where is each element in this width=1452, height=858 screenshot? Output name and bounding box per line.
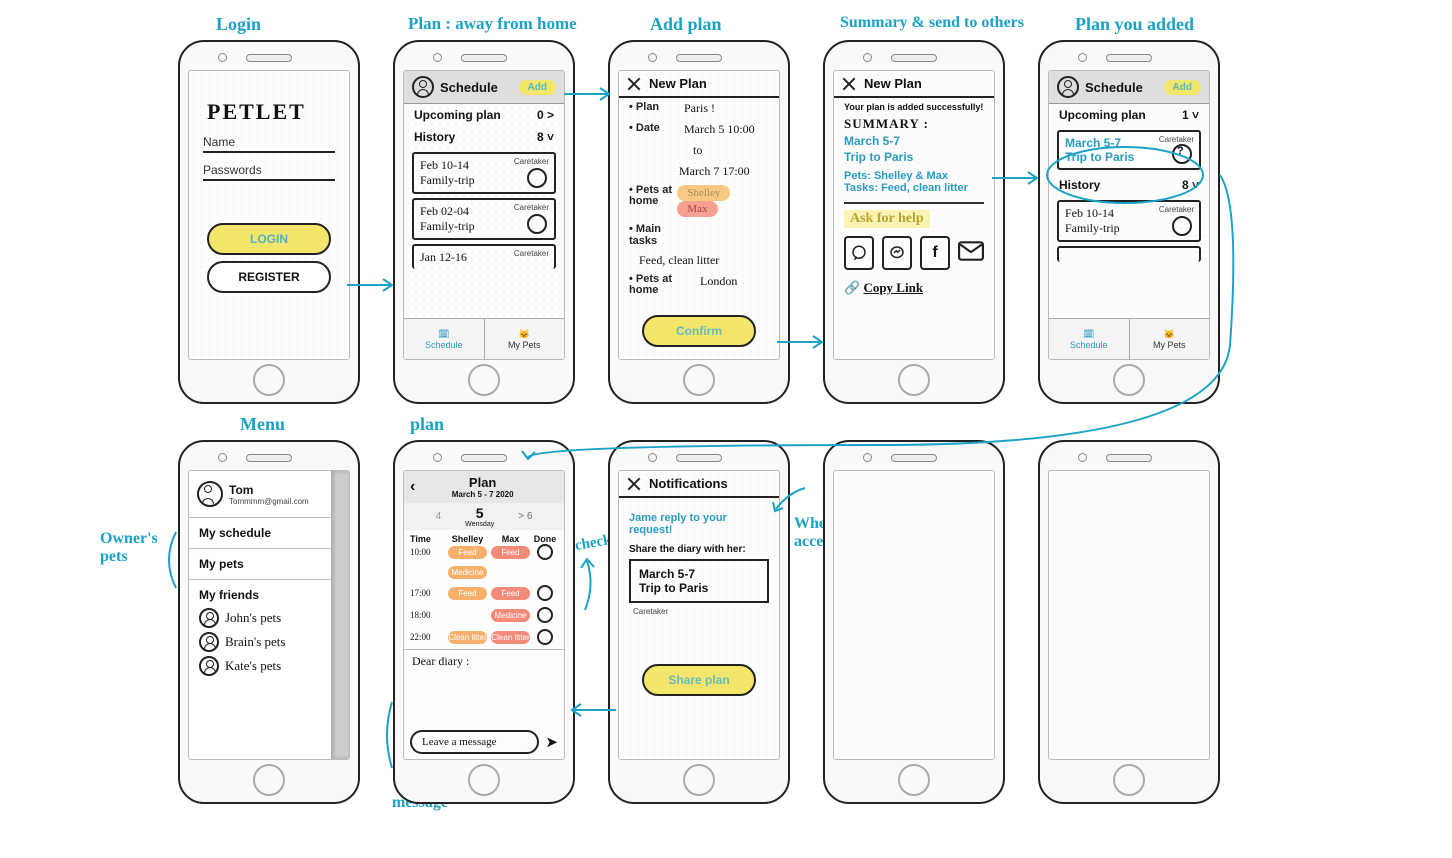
task-chip[interactable]: Medicine	[491, 609, 530, 622]
annotation-login: Login	[216, 14, 261, 35]
phone-empty	[1038, 440, 1220, 804]
brand-logo-text: PETLET	[207, 99, 349, 125]
send-icon[interactable]: ➤	[545, 733, 558, 751]
close-icon[interactable]	[627, 77, 641, 91]
back-icon[interactable]: ‹	[410, 478, 415, 496]
day-picker[interactable]: 4 5 Wensday > 6	[404, 503, 564, 530]
annotation-menu: Menu	[240, 414, 285, 435]
task-chip[interactable]: Feed	[491, 587, 530, 600]
friend-item[interactable]: Brain's pets	[189, 630, 331, 654]
close-icon[interactable]	[627, 477, 641, 491]
done-toggle[interactable]	[537, 544, 553, 560]
profile-icon[interactable]	[412, 76, 434, 98]
close-icon[interactable]	[842, 77, 856, 91]
done-toggle[interactable]	[537, 607, 553, 623]
notifications-header: Notifications	[619, 471, 779, 498]
phone-login: PETLET Name Passwords LOGIN REGISTER	[178, 40, 360, 404]
done-toggle[interactable]	[537, 629, 553, 645]
schedule-header: Schedule Add	[404, 71, 564, 104]
menu-screen: Tom Tommmm@gmail.com My schedule My pets…	[188, 470, 350, 760]
phone-notifications: Notifications Jame reply to your request…	[608, 440, 790, 804]
tab-schedule[interactable]: 🗓Schedule	[404, 319, 485, 359]
password-input[interactable]: Passwords	[203, 163, 335, 181]
task-chip[interactable]: Feed	[448, 546, 487, 559]
task-chip[interactable]: Feed	[491, 546, 530, 559]
menu-scrim[interactable]	[331, 471, 349, 759]
friend-item[interactable]: John's pets	[189, 606, 331, 630]
flow-arrow	[345, 275, 400, 295]
profile-icon[interactable]	[1057, 76, 1079, 98]
summary-heading: SUMMARY :	[834, 116, 994, 132]
summary-header: New Plan	[834, 71, 994, 98]
menu-user-name: Tom	[229, 483, 309, 497]
notifications-screen: Notifications Jame reply to your request…	[618, 470, 780, 760]
task-chip[interactable]: Clean litter	[448, 631, 487, 644]
friend-item[interactable]: Kate's pets	[189, 654, 331, 678]
flow-brace	[380, 700, 400, 770]
menu-my-friends: My friends	[189, 580, 331, 606]
annotation-owners-pets: Owner's pets	[100, 530, 158, 566]
notif-reply: Jame reply to your request!	[619, 498, 779, 544]
message-input[interactable]: Leave a message	[410, 730, 539, 754]
profile-icon[interactable]	[197, 481, 223, 507]
register-button[interactable]: REGISTER	[207, 261, 331, 293]
annotation-add-plan: Add plan	[650, 14, 722, 35]
success-message: Your plan is added successfully!	[834, 98, 994, 116]
plan-detail-title: Plan	[423, 475, 542, 490]
plan-detail-screen: ‹ Plan March 5 - 7 2020 4 5 Wensday > 6 …	[403, 470, 565, 760]
task-chip[interactable]: Feed	[448, 587, 487, 600]
flow-arrow	[575, 555, 605, 615]
annotation-plan-added: Plan you added	[1075, 14, 1194, 35]
schedule-header: Schedule Add	[1049, 71, 1209, 104]
login-screen: PETLET Name Passwords LOGIN REGISTER	[188, 70, 350, 360]
upcoming-row[interactable]: Upcoming plan 1 ˅	[1049, 104, 1209, 126]
menu-my-pets[interactable]: My pets	[189, 549, 331, 580]
task-chip[interactable]: Clean litter	[491, 631, 530, 644]
shared-plan-box: March 5-7 Trip to Paris	[629, 559, 769, 603]
phone-empty	[823, 440, 1005, 804]
annotation-check: check	[574, 532, 613, 555]
login-button[interactable]: LOGIN	[207, 223, 331, 255]
task-chip[interactable]: Medicine	[448, 566, 487, 579]
new-plan-title: New Plan	[649, 76, 707, 91]
flow-arrow	[770, 485, 810, 515]
phone-plan-detail: ‹ Plan March 5 - 7 2020 4 5 Wensday > 6 …	[393, 440, 575, 804]
schedule-title: Schedule	[440, 80, 498, 95]
plan-date-field[interactable]: Date March 5 10:00	[619, 119, 779, 140]
name-input[interactable]: Name	[203, 135, 335, 153]
annotation-plan: plan	[410, 414, 444, 435]
plan-timeline: 10:00FeedFeed Medicine 17:00FeedFeed 18:…	[404, 544, 564, 645]
flow-arrow	[568, 700, 618, 720]
flow-arrow	[562, 84, 617, 104]
wireframe-canvas: Login Plan : away from home Add plan Sum…	[0, 0, 1452, 858]
plan-name-field[interactable]: Plan Paris !	[619, 98, 779, 119]
diary-heading: Dear diary :	[404, 649, 564, 673]
annotation-plan-away: Plan : away from home	[408, 14, 577, 34]
add-plan-button[interactable]: Add	[519, 80, 556, 95]
done-toggle[interactable]	[537, 585, 553, 601]
calendar-icon: 🗓	[438, 329, 449, 340]
flow-arrow-long	[520, 165, 1240, 460]
share-diary-label: Share the diary with her:	[619, 544, 779, 559]
new-plan-header: New Plan	[619, 71, 779, 98]
menu-user-email: Tommmm@gmail.com	[229, 497, 309, 506]
menu-my-schedule[interactable]: My schedule	[189, 517, 331, 549]
phone-menu: Tom Tommmm@gmail.com My schedule My pets…	[178, 440, 360, 804]
flow-brace	[158, 530, 182, 590]
annotation-summary: Summary & send to others	[840, 14, 1024, 32]
upcoming-row[interactable]: Upcoming plan 0 >	[404, 104, 564, 126]
share-plan-button[interactable]: Share plan	[642, 664, 756, 696]
history-row[interactable]: History 8 ˅	[404, 126, 564, 148]
add-plan-button[interactable]: Add	[1164, 80, 1201, 95]
